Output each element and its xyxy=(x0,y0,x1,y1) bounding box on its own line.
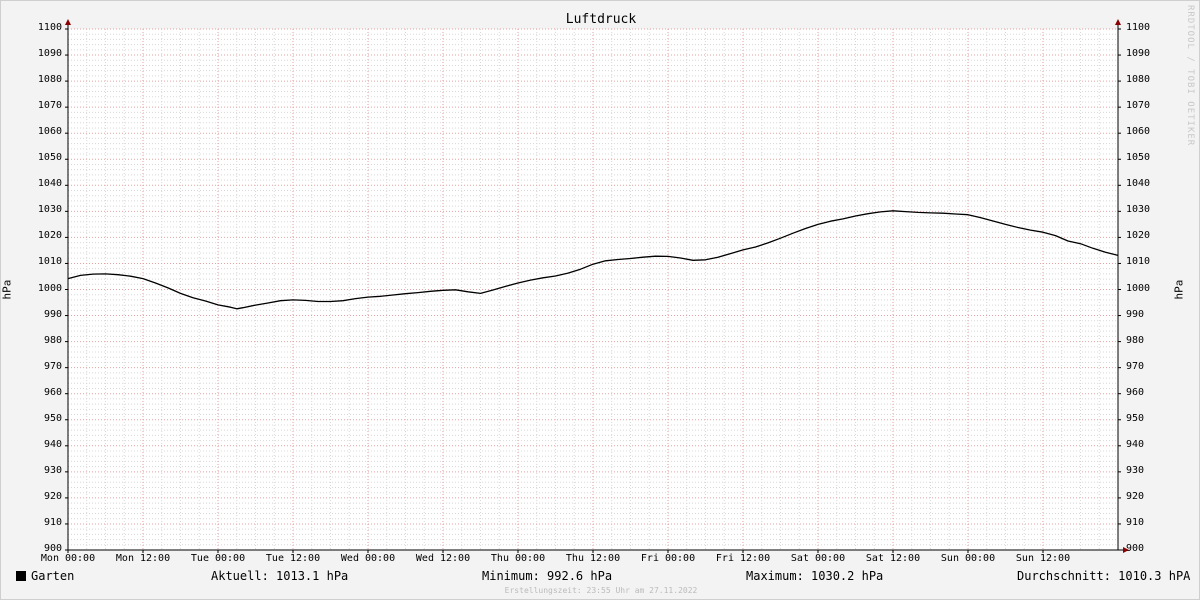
y-tick-label-left: 910 xyxy=(43,516,62,528)
y-tick-label-right: 1000 xyxy=(1126,282,1151,294)
y-tick-label-left: 1040 xyxy=(37,178,62,190)
y-tick-label-right: 980 xyxy=(1126,334,1145,346)
x-tick-label: Thu 12:00 xyxy=(565,553,621,564)
legend-swatch-garten xyxy=(16,571,26,581)
x-tick-label: Fri 12:00 xyxy=(715,553,771,564)
x-tick-label: Wed 12:00 xyxy=(415,553,471,564)
legend-minimum: Minimum: 992.6 hPa xyxy=(482,569,613,583)
x-tick-label: Tue 00:00 xyxy=(190,553,246,564)
x-tick-label: Thu 00:00 xyxy=(490,553,546,564)
y-tick-label-right: 1050 xyxy=(1126,152,1151,164)
y-tick-label-right: 1080 xyxy=(1126,74,1151,86)
y-tick-label-right: 960 xyxy=(1126,386,1145,398)
y-tick-label-right: 1020 xyxy=(1126,230,1151,242)
y-tick-label-left: 960 xyxy=(43,386,62,398)
y-tick-label-right: 1090 xyxy=(1126,48,1151,60)
y-tick-label-left: 920 xyxy=(43,490,62,502)
y-tick-label-left: 1060 xyxy=(37,126,62,138)
y-axis-arrow-left xyxy=(65,19,71,25)
y-tick-label-right: 910 xyxy=(1126,516,1145,528)
y-tick-label-left: 970 xyxy=(43,360,62,372)
y-tick-label-right: 920 xyxy=(1126,490,1145,502)
y-tick-label-left: 980 xyxy=(43,334,62,346)
y-tick-label-right: 950 xyxy=(1126,412,1145,424)
legend-maximum: Maximum: 1030.2 hPa xyxy=(746,569,884,583)
chart-plot xyxy=(65,19,1129,553)
y-tick-label-right: 990 xyxy=(1126,308,1145,320)
y-tick-label-left: 1070 xyxy=(37,100,62,112)
y-tick-label-left: 1090 xyxy=(37,48,62,60)
y-axis-label-left: hPa xyxy=(0,279,14,300)
y-tick-label-left: 990 xyxy=(43,308,62,320)
y-tick-label-left: 940 xyxy=(43,438,62,450)
x-tick-label: Tue 12:00 xyxy=(265,553,321,564)
y-tick-label-left: 1000 xyxy=(37,282,62,294)
y-tick-label-left: 1050 xyxy=(37,152,62,164)
y-tick-label-left: 1010 xyxy=(37,256,62,268)
y-axis-arrow-right xyxy=(1115,19,1121,25)
legend-average: Durchschnitt: 1010.3 hPA xyxy=(1017,569,1191,583)
creation-timestamp: Erstellungszeit: 23:55 Uhr am 27.11.2022 xyxy=(504,586,698,595)
y-tick-label-right: 1010 xyxy=(1126,256,1151,268)
legend-current: Aktuell: 1013.1 hPa xyxy=(211,569,349,583)
y-tick-label-right: 1100 xyxy=(1126,22,1151,33)
chart-image: Luftdruck RRDTOOL / TOBI OETIKER 900 900 9… xyxy=(0,0,1200,600)
y-axis-label-right: hPa xyxy=(1172,279,1186,300)
y-tick-label-left: 1080 xyxy=(37,74,62,86)
y-tick-label-right: 940 xyxy=(1126,438,1145,450)
y-tick-label-left: 1100 xyxy=(37,22,62,33)
y-tick-label-right: 930 xyxy=(1126,464,1145,476)
x-tick-label: Mon 12:00 xyxy=(115,553,171,564)
y-tick-label-right: 1030 xyxy=(1126,204,1151,216)
x-tick-label: Mon 00:00 xyxy=(40,553,96,564)
y-tick-label-right: 1070 xyxy=(1126,100,1151,112)
y-tick-label-left: 1020 xyxy=(37,230,62,242)
y-tick-label-right: 1040 xyxy=(1126,178,1151,190)
x-tick-label: Fri 00:00 xyxy=(640,553,696,564)
x-tick-label: Sat 00:00 xyxy=(790,553,846,564)
x-tick-label: Sun 00:00 xyxy=(940,553,996,564)
y-tick-label-left: 930 xyxy=(43,464,62,476)
x-tick-label: Sat 12:00 xyxy=(865,553,921,564)
y-tick-label-right: 970 xyxy=(1126,360,1145,372)
x-tick-label: Sun 12:00 xyxy=(1015,553,1071,564)
y-tick-label-right: 900 xyxy=(1126,543,1145,554)
x-tick-label: Wed 00:00 xyxy=(340,553,396,564)
y-tick-label-left: 1030 xyxy=(37,204,62,216)
y-tick-label-right: 1060 xyxy=(1126,126,1151,138)
legend-series-name: Garten xyxy=(31,569,75,583)
y-tick-label-left: 950 xyxy=(43,412,62,424)
